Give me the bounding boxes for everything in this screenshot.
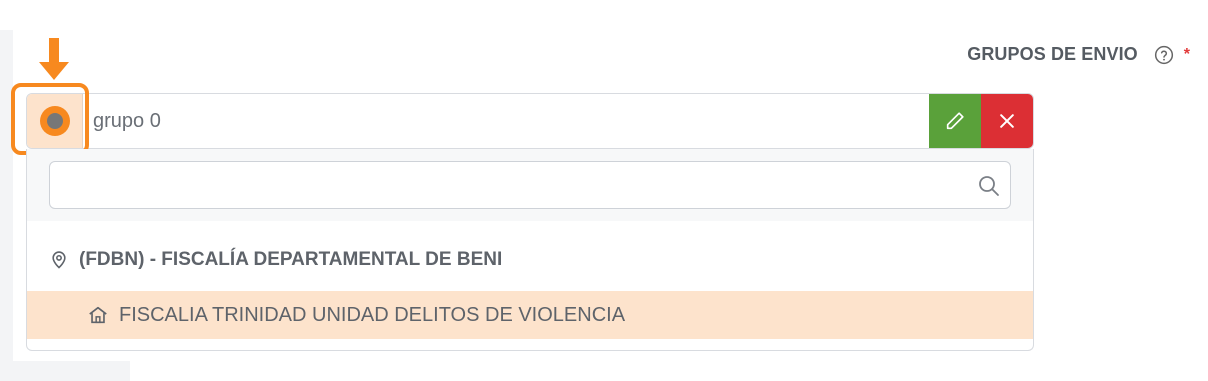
- group-select[interactable]: grupo 0: [26, 93, 1034, 149]
- dropdown-panel: (FDBN) - FISCALÍA DEPARTAMENTAL DE BENI …: [26, 149, 1034, 351]
- home-icon: [89, 306, 107, 324]
- annotation-highlight-box: [11, 83, 89, 155]
- close-icon: [1000, 114, 1014, 128]
- selected-value[interactable]: grupo 0: [83, 94, 929, 148]
- remove-button[interactable]: [981, 94, 1033, 148]
- field-label: GRUPOS DE ENVIO: [967, 44, 1138, 64]
- pencil-icon: [946, 112, 964, 130]
- group-label: (FDBN) - FISCALÍA DEPARTAMENTAL DE BENI: [79, 249, 503, 270]
- question-circle-icon[interactable]: [1154, 45, 1174, 65]
- list-item[interactable]: FISCALIA TRINIDAD UNIDAD DELITOS DE VIOL…: [27, 291, 1033, 339]
- map-pin-icon: [52, 251, 66, 269]
- option-label: FISCALIA TRINIDAD UNIDAD DELITOS DE VIOL…: [119, 303, 626, 326]
- search-area: [27, 149, 1033, 221]
- search-input[interactable]: [49, 161, 1011, 209]
- arrow-down-icon: [39, 38, 69, 80]
- search-icon[interactable]: [977, 174, 1001, 198]
- edit-button[interactable]: [929, 94, 981, 148]
- option-group-header: (FDBN) - FISCALÍA DEPARTAMENTAL DE BENI: [49, 249, 502, 271]
- field-label-row: GRUPOS DE ENVIO *: [967, 44, 1190, 65]
- required-mark: *: [1183, 45, 1190, 63]
